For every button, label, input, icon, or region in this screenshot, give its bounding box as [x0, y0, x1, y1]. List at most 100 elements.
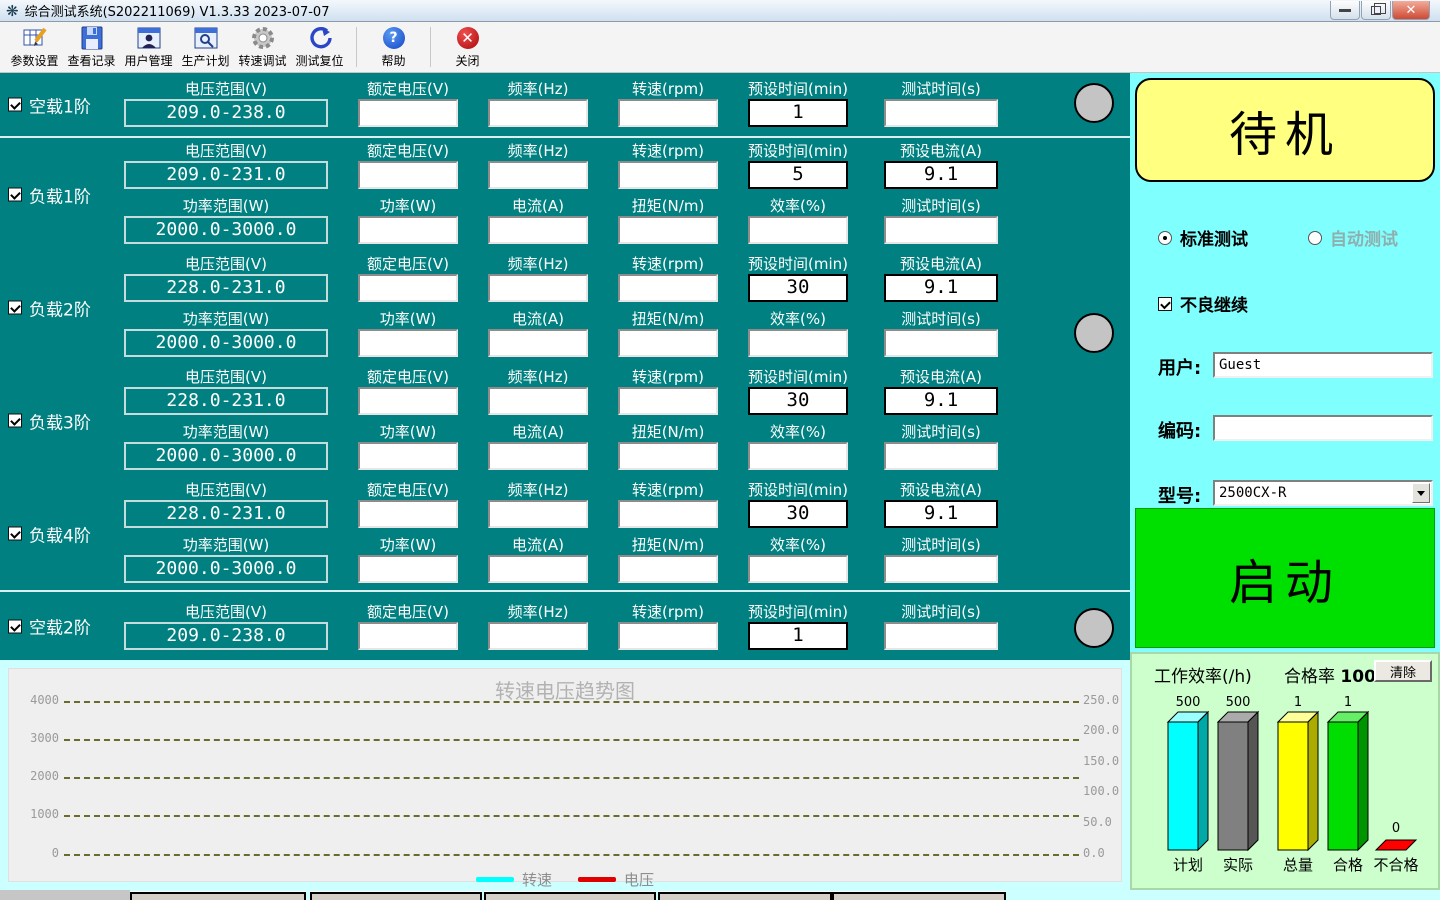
checkbox-checked-icon[interactable] [8, 301, 22, 315]
field-input[interactable]: 9.1 [884, 274, 998, 302]
checkbox-checked-icon[interactable] [1158, 297, 1172, 311]
field-input[interactable] [358, 99, 458, 127]
gridline [64, 815, 1079, 817]
field-input[interactable] [618, 329, 718, 357]
stage-load-1-toggle[interactable]: 负载1阶 [8, 182, 91, 207]
field-input[interactable]: 1 [748, 99, 848, 127]
field-input[interactable] [358, 555, 458, 583]
stage-noload-2-toggle[interactable]: 空载2阶 [8, 614, 91, 639]
toolbar-records-button[interactable]: 查看记录 [63, 23, 120, 71]
field-input[interactable] [618, 442, 718, 470]
field-input[interactable] [358, 387, 458, 415]
field-input[interactable] [618, 622, 718, 650]
toolbar-speed-debug-button[interactable]: 转速调试 [234, 23, 291, 71]
field-input[interactable] [884, 442, 998, 470]
checkbox-checked-icon[interactable] [8, 527, 22, 541]
field-input[interactable] [618, 387, 718, 415]
field-input[interactable] [884, 622, 998, 650]
field-input[interactable]: 5 [748, 161, 848, 189]
clear-button[interactable]: 清除 [1374, 660, 1432, 682]
checkbox-checked-icon[interactable] [8, 188, 22, 202]
user-input[interactable] [1213, 352, 1433, 378]
radio-standard-test[interactable]: 标准测试 [1158, 225, 1308, 250]
stage-label: 负载3阶 [29, 408, 91, 433]
field-input[interactable] [488, 329, 588, 357]
field-label: 转速(rpm) [618, 141, 718, 161]
stage-load-4-toggle[interactable]: 负载4阶 [8, 521, 91, 546]
radio-unselected-icon[interactable] [1308, 231, 1322, 245]
field-input[interactable] [488, 216, 588, 244]
field-input[interactable] [358, 161, 458, 189]
field-input[interactable] [748, 555, 848, 583]
toolbar-reset-button[interactable]: 测试复位 [291, 23, 348, 71]
field-input[interactable] [488, 442, 588, 470]
bar-value: 1 [1344, 695, 1352, 710]
model-select[interactable]: 2500CX-R [1213, 480, 1433, 506]
stage-load-2-toggle[interactable]: 负载2阶 [8, 295, 91, 320]
field-input[interactable] [748, 216, 848, 244]
field-input[interactable]: 30 [748, 387, 848, 415]
field-input[interactable] [358, 329, 458, 357]
radio-selected-icon[interactable] [1158, 231, 1172, 245]
field-input[interactable]: 1 [748, 622, 848, 650]
field-label: 频率(Hz) [488, 79, 588, 99]
close-button[interactable]: ✕ [1392, 1, 1430, 20]
field-input[interactable] [488, 555, 588, 583]
y-axis-right-tick: 0.0 [1083, 846, 1129, 860]
field-input[interactable] [618, 161, 718, 189]
field-input[interactable] [488, 161, 588, 189]
field-input[interactable] [488, 622, 588, 650]
field-input[interactable] [884, 329, 998, 357]
field-input[interactable] [618, 216, 718, 244]
field-input[interactable] [618, 99, 718, 127]
field-input[interactable] [618, 500, 718, 528]
stage-noload-1-toggle[interactable]: 空载1阶 [8, 92, 91, 117]
field-input[interactable] [884, 99, 998, 127]
start-button[interactable]: 启动 [1135, 508, 1435, 648]
field-input[interactable] [358, 274, 458, 302]
checkbox-checked-icon[interactable] [8, 619, 22, 633]
dropdown-button[interactable] [1412, 483, 1430, 503]
minimize-button[interactable] [1330, 1, 1360, 20]
field-input[interactable] [884, 216, 998, 244]
field-input[interactable] [358, 622, 458, 650]
radio-auto-test[interactable]: 自动测试 [1308, 225, 1398, 250]
toolbar-users-button[interactable]: 用户管理 [120, 23, 177, 71]
stage-noload-1: 空载1阶 电压范围(V)209.0-238.0额定电压(V)频率(Hz)转速(r… [0, 73, 1130, 138]
range-display: 2000.0-3000.0 [124, 216, 328, 244]
bad-continue-checkbox[interactable]: 不良继续 [1158, 291, 1248, 316]
checkbox-checked-icon[interactable] [8, 98, 22, 112]
field-input[interactable]: 30 [748, 274, 848, 302]
stage-load-3-toggle[interactable]: 负载3阶 [8, 408, 91, 433]
y-axis-right-tick: 250.0 [1083, 693, 1129, 707]
field-input[interactable] [488, 500, 588, 528]
field-input[interactable]: 9.1 [884, 387, 998, 415]
field-input[interactable] [358, 442, 458, 470]
field-input[interactable] [488, 99, 588, 127]
field-input[interactable] [884, 555, 998, 583]
field-input[interactable] [748, 442, 848, 470]
field-input[interactable] [618, 274, 718, 302]
field-input[interactable] [618, 555, 718, 583]
field-label: 测试时间(s) [884, 196, 998, 216]
field-input[interactable] [358, 500, 458, 528]
field-label: 额定电压(V) [358, 141, 458, 161]
window-title: 综合测试系统(S202211069) V1.3.33 2023-07-07 [25, 1, 330, 20]
range-display: 209.0-238.0 [124, 622, 328, 650]
field-input[interactable] [488, 274, 588, 302]
checkbox-checked-icon[interactable] [8, 414, 22, 428]
toolbar-plan-button[interactable]: 生产计划 [177, 23, 234, 71]
field-input[interactable] [358, 216, 458, 244]
code-input[interactable] [1213, 415, 1433, 441]
field-input[interactable]: 9.1 [884, 161, 998, 189]
toolbar-close-button[interactable]: ✕ 关闭 [439, 23, 496, 71]
restore-button[interactable] [1361, 1, 1391, 20]
field-input[interactable] [748, 329, 848, 357]
field-input[interactable]: 30 [748, 500, 848, 528]
range-display: 2000.0-3000.0 [124, 555, 328, 583]
field-input[interactable] [488, 387, 588, 415]
toolbar-help-button[interactable]: ? 帮助 [365, 23, 422, 71]
toolbar-settings-button[interactable]: 参数设置 [6, 23, 63, 71]
table-cell-edge [658, 892, 832, 900]
field-input[interactable]: 9.1 [884, 500, 998, 528]
